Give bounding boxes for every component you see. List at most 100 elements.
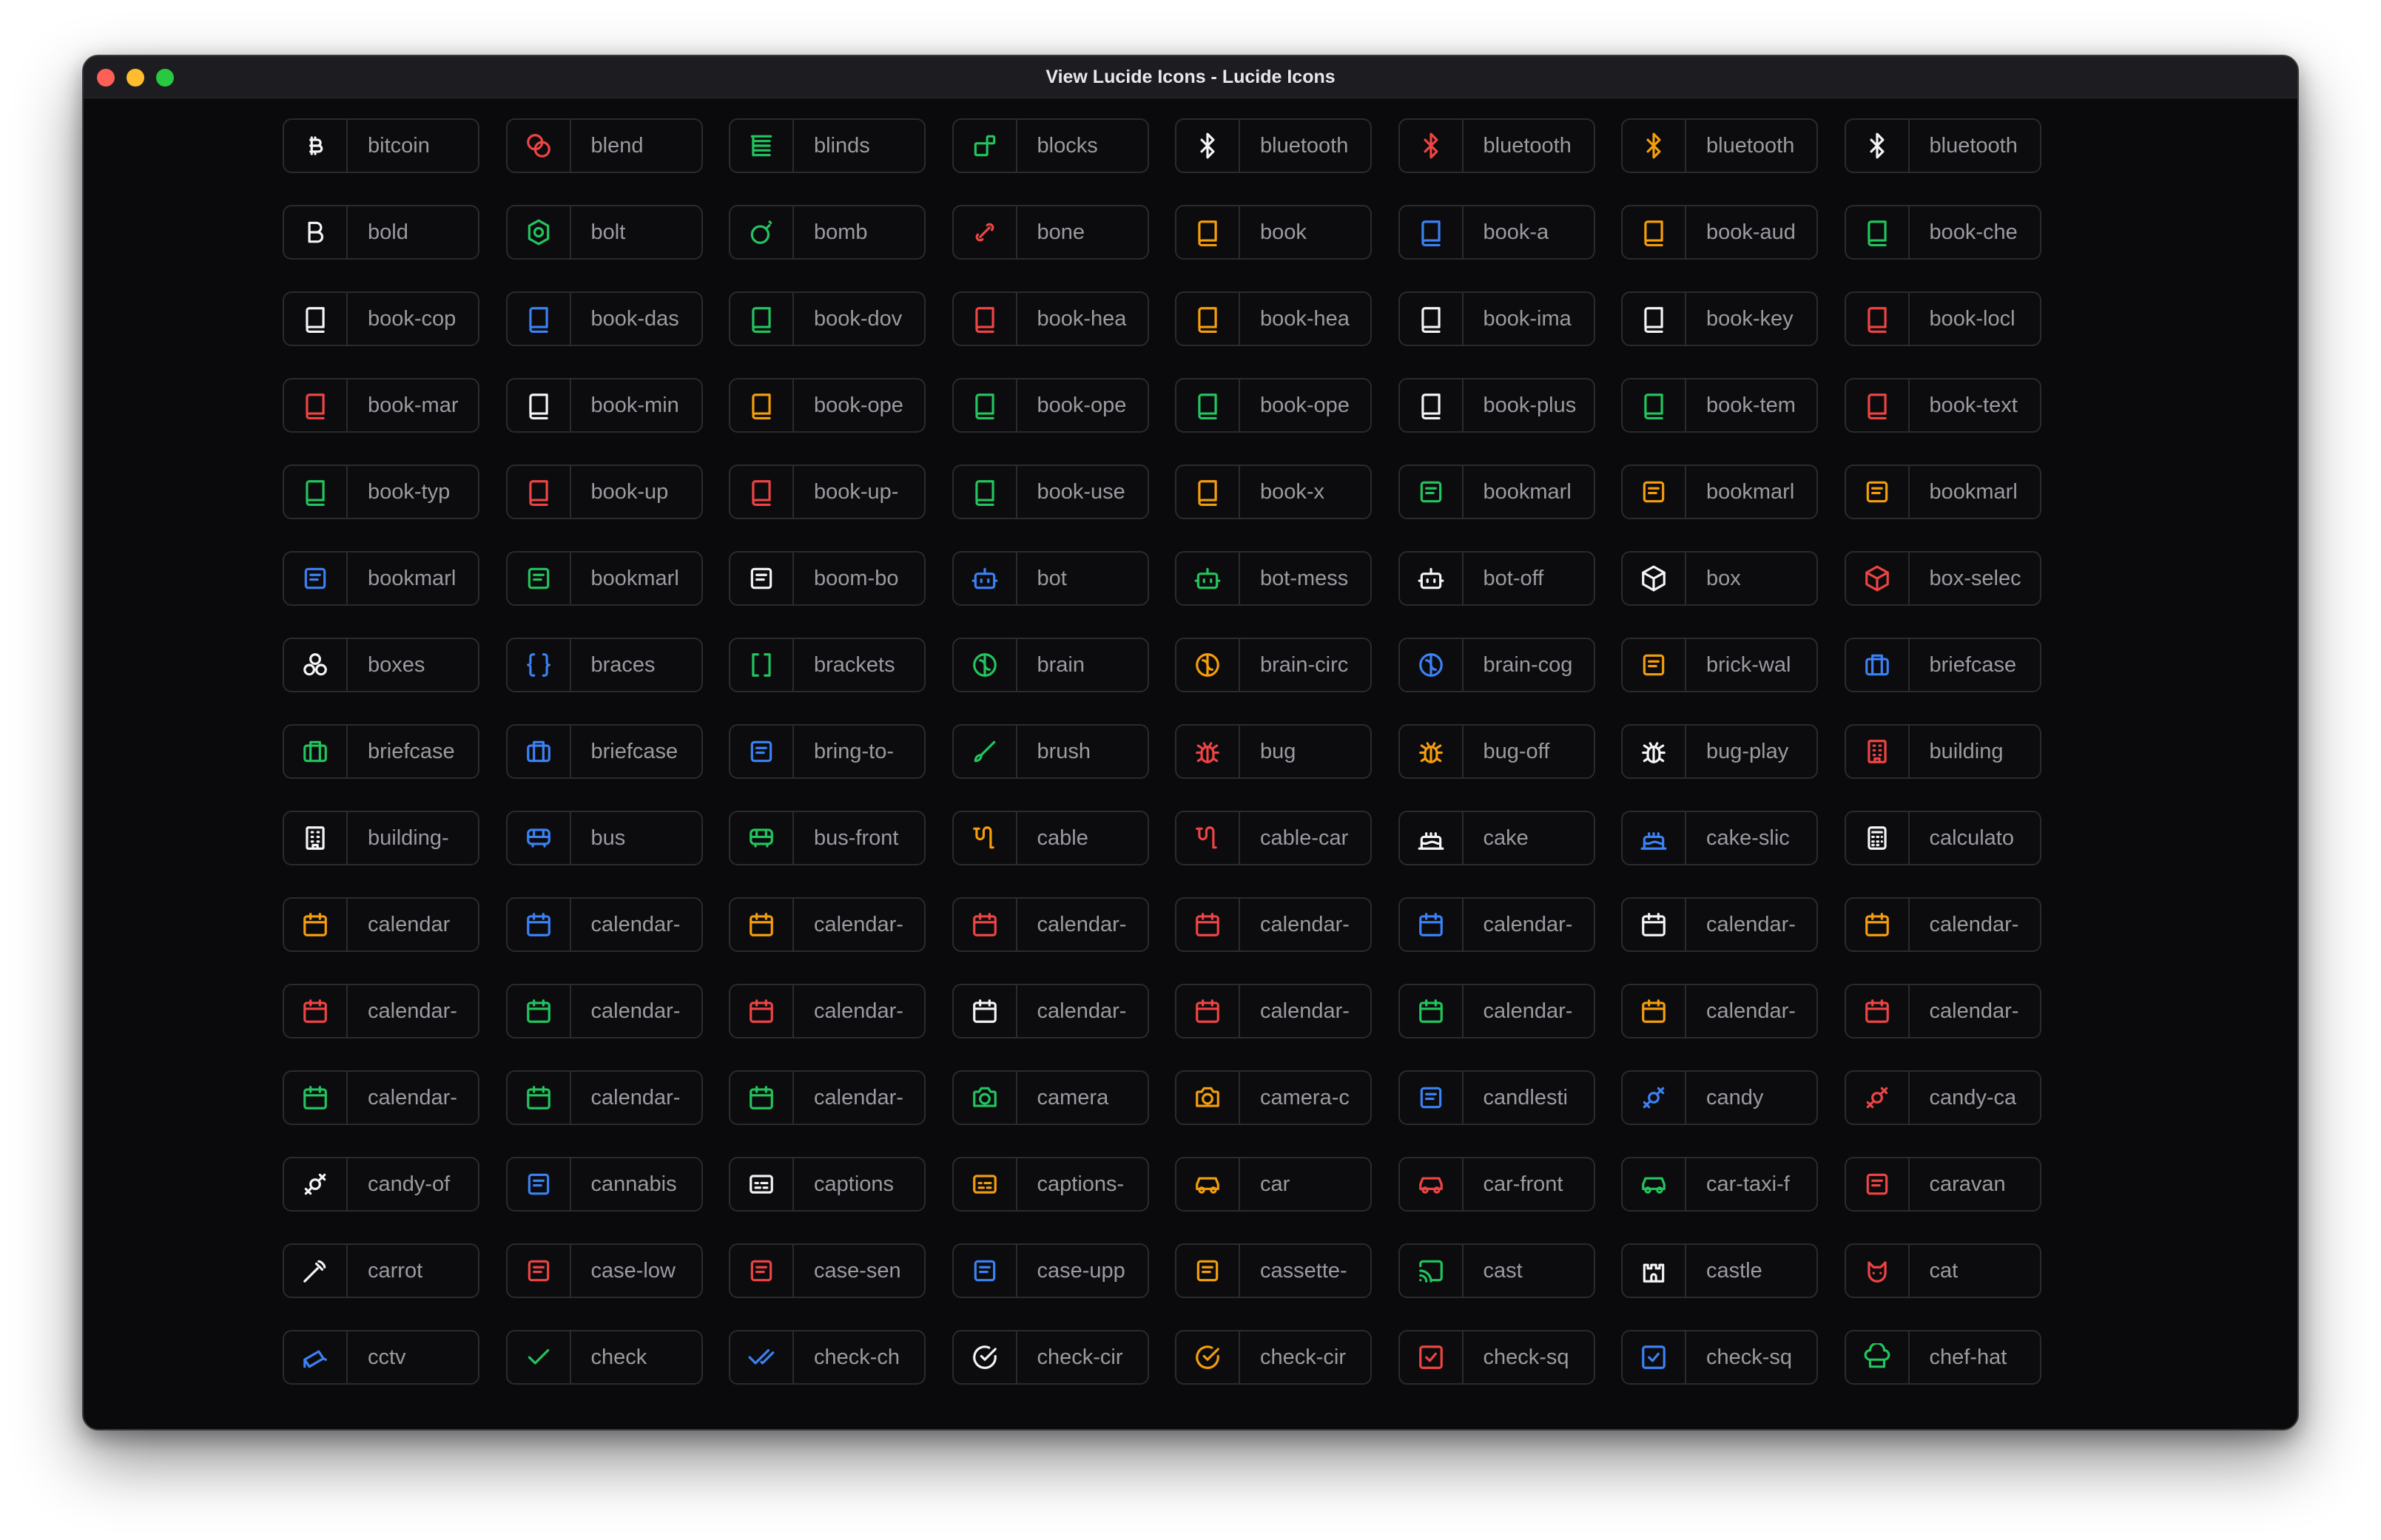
icon-tile[interactable]: brick-wal	[1621, 638, 1818, 692]
icon-tile[interactable]: cctv	[283, 1330, 479, 1385]
icon-tile[interactable]: check-cir	[1175, 1330, 1372, 1385]
icon-tile[interactable]: car-taxi-f	[1621, 1157, 1818, 1212]
icon-tile[interactable]: book-das	[505, 291, 703, 346]
icon-tile[interactable]: book-text	[1844, 378, 2041, 433]
icon-tile[interactable]: bitcoin	[283, 118, 479, 173]
icon-tile[interactable]: calendar-	[1175, 897, 1372, 952]
icon-tile[interactable]: braces	[505, 638, 703, 692]
icon-tile[interactable]: bookmarl	[283, 551, 479, 606]
icon-tile[interactable]: camera-c	[1175, 1070, 1372, 1125]
icon-tile[interactable]: bluetooth	[1175, 118, 1372, 173]
icon-tile[interactable]: check	[505, 1330, 703, 1385]
icon-tile[interactable]: brush	[952, 724, 1149, 779]
icon-tile[interactable]: briefcase	[1844, 638, 2041, 692]
icon-tile[interactable]: check-cir	[952, 1330, 1149, 1385]
icon-tile[interactable]: bookmarl	[1844, 465, 2041, 519]
icon-tile[interactable]: bus	[505, 811, 703, 865]
icon-tile[interactable]: bookmarl	[505, 551, 703, 606]
icon-tile[interactable]: calendar	[283, 897, 479, 952]
icon-tile[interactable]: bring-to-	[729, 724, 926, 779]
icon-tile[interactable]: candy-of	[283, 1157, 479, 1212]
icon-tile[interactable]: book-dov	[729, 291, 926, 346]
icon-tile[interactable]: book-che	[1844, 205, 2041, 260]
icon-tile[interactable]: boom-bo	[729, 551, 926, 606]
icon-tile[interactable]: castle	[1621, 1243, 1818, 1298]
icon-tile[interactable]: calculato	[1844, 811, 2041, 865]
icon-tile[interactable]: camera	[952, 1070, 1149, 1125]
icon-tile[interactable]: captions-	[952, 1157, 1149, 1212]
icon-tile[interactable]: book-locl	[1844, 291, 2041, 346]
icon-tile[interactable]: calendar-	[505, 897, 703, 952]
icon-tile[interactable]: book-up-	[729, 465, 926, 519]
icon-tile[interactable]: carrot	[283, 1243, 479, 1298]
icon-tile[interactable]: case-sen	[729, 1243, 926, 1298]
icon-tile[interactable]: calendar-	[1621, 984, 1818, 1039]
icon-tile[interactable]: blinds	[729, 118, 926, 173]
icon-tile[interactable]: book	[1175, 205, 1372, 260]
icon-tile[interactable]: building-	[283, 811, 479, 865]
icon-tile[interactable]: calendar-	[729, 897, 926, 952]
icon-tile[interactable]: blocks	[952, 118, 1149, 173]
icon-tile[interactable]: book-a	[1398, 205, 1595, 260]
icon-tile[interactable]: calendar-	[1398, 897, 1595, 952]
icon-tile[interactable]: calendar-	[1398, 984, 1595, 1039]
icon-tile[interactable]: cake	[1398, 811, 1595, 865]
icon-tile[interactable]: bomb	[729, 205, 926, 260]
icon-tile[interactable]: brackets	[729, 638, 926, 692]
icon-tile[interactable]: blend	[505, 118, 703, 173]
icon-tile[interactable]: briefcase	[283, 724, 479, 779]
icon-tile[interactable]: bot	[952, 551, 1149, 606]
icon-tile[interactable]: calendar-	[729, 1070, 926, 1125]
icon-tile[interactable]: book-aud	[1621, 205, 1818, 260]
icon-tile[interactable]: check-sq	[1398, 1330, 1595, 1385]
icon-tile[interactable]: calendar-	[1175, 984, 1372, 1039]
icon-tile[interactable]: bug	[1175, 724, 1372, 779]
icon-tile[interactable]: book-key	[1621, 291, 1818, 346]
icon-tile[interactable]: case-low	[505, 1243, 703, 1298]
icon-tile[interactable]: book-plus	[1398, 378, 1595, 433]
icon-tile[interactable]: bookmarl	[1621, 465, 1818, 519]
icon-tile[interactable]: cable-car	[1175, 811, 1372, 865]
icon-tile[interactable]: bold	[283, 205, 479, 260]
icon-tile[interactable]: bluetooth	[1621, 118, 1818, 173]
icon-tile[interactable]: book-ope	[952, 378, 1149, 433]
icon-tile[interactable]: calendar-	[952, 897, 1149, 952]
icon-tile[interactable]: book-up	[505, 465, 703, 519]
icon-tile[interactable]: calendar-	[729, 984, 926, 1039]
icon-tile[interactable]: book-hea	[952, 291, 1149, 346]
icon-tile[interactable]: calendar-	[283, 984, 479, 1039]
icon-tile[interactable]: captions	[729, 1157, 926, 1212]
icon-tile[interactable]: cake-slic	[1621, 811, 1818, 865]
icon-tile[interactable]: calendar-	[505, 1070, 703, 1125]
icon-tile[interactable]: cannabis	[505, 1157, 703, 1212]
icon-tile[interactable]: brain-circ	[1175, 638, 1372, 692]
icon-tile[interactable]: car	[1175, 1157, 1372, 1212]
icon-tile[interactable]: calendar-	[952, 984, 1149, 1039]
icon-tile[interactable]: briefcase	[505, 724, 703, 779]
icon-tile[interactable]: box	[1621, 551, 1818, 606]
icon-tile[interactable]: book-mar	[283, 378, 479, 433]
icon-tile[interactable]: bolt	[505, 205, 703, 260]
icon-tile[interactable]: brain-cog	[1398, 638, 1595, 692]
icon-tile[interactable]: candy	[1621, 1070, 1818, 1125]
icon-tile[interactable]: bookmarl	[1398, 465, 1595, 519]
icon-tile[interactable]: bluetooth	[1844, 118, 2041, 173]
icon-tile[interactable]: calendar-	[283, 1070, 479, 1125]
icon-tile[interactable]: check-ch	[729, 1330, 926, 1385]
icon-tile[interactable]: calendar-	[1844, 897, 2041, 952]
icon-tile[interactable]: car-front	[1398, 1157, 1595, 1212]
icon-tile[interactable]: book-cop	[283, 291, 479, 346]
icon-tile[interactable]: book-hea	[1175, 291, 1372, 346]
icon-tile[interactable]: book-x	[1175, 465, 1372, 519]
icon-tile[interactable]: chef-hat	[1844, 1330, 2041, 1385]
icon-tile[interactable]: brain	[952, 638, 1149, 692]
icon-tile[interactable]: book-tem	[1621, 378, 1818, 433]
icon-tile[interactable]: bus-front	[729, 811, 926, 865]
icon-tile[interactable]: bot-off	[1398, 551, 1595, 606]
icon-tile[interactable]: bone	[952, 205, 1149, 260]
icon-tile[interactable]: bot-mess	[1175, 551, 1372, 606]
icon-tile[interactable]: book-use	[952, 465, 1149, 519]
icon-tile[interactable]: case-upp	[952, 1243, 1149, 1298]
icon-tile[interactable]: boxes	[283, 638, 479, 692]
icon-tile[interactable]: bug-play	[1621, 724, 1818, 779]
